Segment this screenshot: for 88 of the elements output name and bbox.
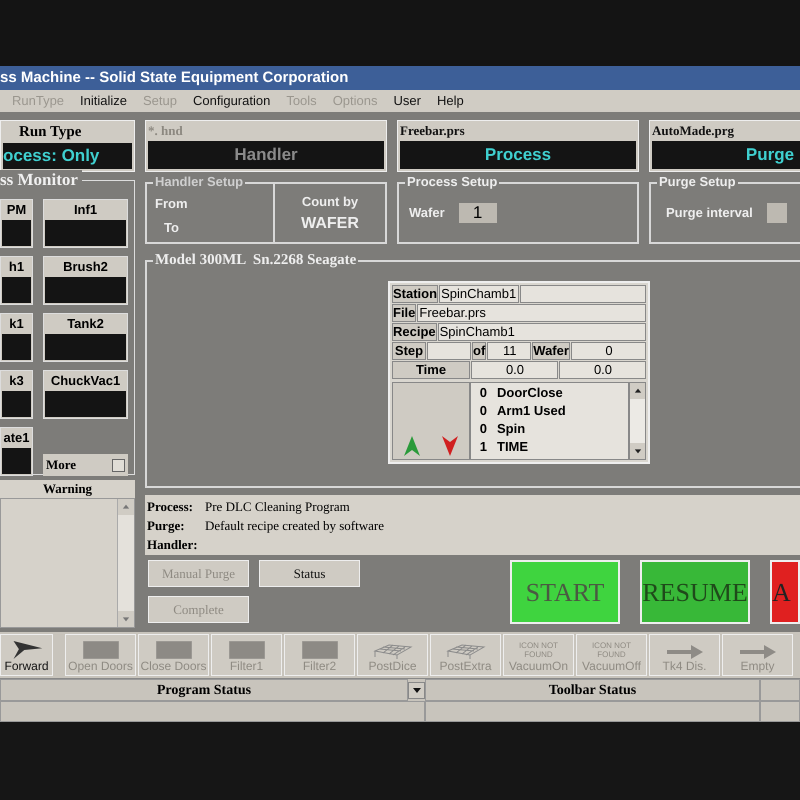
group-title: Handler Setup [153,174,246,190]
group-title: Model 300ML Sn.2268 Seagate [153,251,358,269]
toolbar-button[interactable]: Forward [0,634,53,676]
monitor-label: ate1 [2,429,31,447]
info-value: Pre DLC Cleaning Program [205,498,350,516]
status-cell [760,679,800,701]
count-by-value: WAFER [301,214,359,234]
field-label: Time [392,361,470,379]
group-title: Purge Setup [657,174,738,190]
info-label: Handler: [147,536,199,554]
monitor-display [2,277,31,303]
field-value: Freebar.prs [417,304,646,322]
menu-item[interactable]: Configuration [193,91,270,111]
menu-item[interactable]: User [394,91,421,111]
wafer-field[interactable]: 1 [458,203,497,223]
down-arrow-icon[interactable] [442,436,458,456]
action-button[interactable]: Status [259,560,360,587]
field-label: of [472,342,486,360]
step-count: 1 [479,438,487,456]
wafer-label: Wafer [409,204,445,222]
program-status-header: Program Status [0,679,408,701]
file-name: AutoMade.prg [651,122,735,139]
step-name[interactable]: Arm1 Used [497,402,566,420]
field-value: 0 [570,342,646,360]
step-name[interactable]: TIME [497,438,528,456]
warning-header: Warning [0,480,135,498]
control-button[interactable]: START [510,560,620,624]
status-cell [760,701,800,722]
monitor-label: Tank2 [66,315,105,333]
scroll-down-icon[interactable] [630,443,645,459]
missing-icon-text: ICON NOT FOUND [590,641,632,659]
from-label: From [155,195,188,213]
monitor-label: PM [6,201,28,219]
info-value: Default recipe created by software [205,517,384,535]
right-arrow-icon [740,645,776,659]
field-label: Wafer [532,342,570,360]
step-count: 0 [479,420,487,438]
more-label: More [46,456,76,474]
toolbar-status-header: Toolbar Status [425,679,760,701]
window-title: ss Machine -- Solid State Equipment Corporation [0,68,348,88]
monitor-label: Inf1 [72,201,98,219]
monitor-label: k3 [8,372,25,390]
panel-label: Run Type [18,123,82,141]
info-label: Process: [147,498,194,516]
mode-display: Process [400,141,636,169]
info-label: Purge: [147,517,186,535]
monitor-display [2,391,31,417]
scroll-up-icon[interactable] [630,383,645,399]
more-checkbox[interactable] [112,458,125,472]
to-label: To [163,218,180,236]
file-name: Freebar.prs [399,122,466,139]
dropdown-icon[interactable] [408,682,425,698]
step-count: 0 [479,384,487,402]
count-by-label: Count by [302,193,358,211]
monitor-label: k1 [8,315,25,333]
right-arrow-icon [666,645,702,659]
step-field [427,342,471,360]
up-arrow-icon[interactable] [404,436,420,456]
file-name: *. hnd [147,122,184,139]
field-label: Step [392,342,426,360]
step-count: 0 [479,402,487,420]
monitor-label: h1 [8,258,26,276]
menu-item[interactable]: Help [436,91,464,111]
field-value: 0.0 [471,361,558,379]
field-value: 0.0 [559,361,646,379]
field-value: SpinChamb1 [438,323,646,341]
monitor-display [2,334,31,360]
step-name[interactable]: Spin [497,420,526,438]
control-button[interactable]: A [770,560,800,624]
monitor-display [2,220,31,246]
run-type-display: ocess: Only [3,143,132,169]
field-value: 11 [487,342,532,360]
field-label: Recipe [392,323,437,341]
monitor-display [2,448,31,474]
monitor-label: ChuckVac1 [50,372,122,390]
step-name[interactable]: DoorClose [497,384,563,402]
purge-interval-field[interactable] [766,203,787,223]
field-label: File [392,304,416,322]
field-value: SpinChamb1 [439,285,520,303]
group-title: Process Setup [405,174,500,190]
field-label: Station [392,285,438,303]
missing-icon-text: ICON NOT FOUND [518,641,560,659]
monitor-label: Brush2 [62,258,109,276]
mode-display: Handler [148,141,384,169]
scrollbar[interactable] [629,382,646,460]
mode-display: Purge [652,141,800,169]
purge-interval-label: Purge interval [666,204,753,222]
menu-item[interactable]: Initialize [80,91,128,111]
